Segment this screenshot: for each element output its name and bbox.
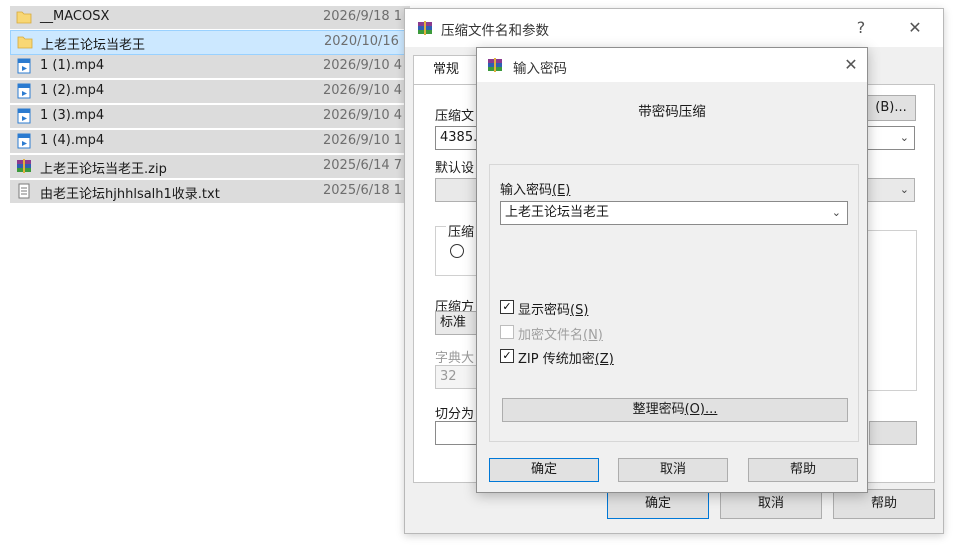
file-name: 上老王论坛当老王 (41, 38, 146, 53)
file-date: 2025/6/14 7 (323, 158, 403, 173)
file-row[interactable]: 1 (1).mp4 2026/9/10 4 (10, 55, 410, 78)
file-date: 2026/9/10 4 (323, 83, 403, 98)
archive-name-label: 压缩文 (435, 109, 475, 124)
show-password-label[interactable]: 显示密码(S) (518, 299, 588, 318)
file-row[interactable]: 1 (3).mp4 2026/9/10 4 (10, 105, 410, 128)
file-name: __MACOSX (40, 9, 110, 24)
ok-button[interactable]: 确定 (607, 489, 709, 519)
file-name: 由老王论坛hjhhlsalh1收录.txt (40, 187, 220, 202)
dictionary-size-label: 字典大 (435, 351, 475, 366)
organize-passwords-shortcut: (O)... (684, 402, 718, 417)
encrypt-filenames-checkbox[interactable] (500, 325, 514, 339)
tab-general[interactable]: 常规 (413, 55, 479, 86)
show-password-text: 显示密码 (518, 303, 571, 318)
method-value: 标准 (440, 315, 467, 330)
show-password-shortcut: (S) (570, 303, 589, 318)
file-date: 2026/9/18 1 (323, 9, 403, 24)
password-input[interactable]: 上老王论坛当老王 ⌄ (500, 201, 848, 225)
file-date: 2026/9/10 1 (323, 133, 403, 148)
enter-password-label: 输入密码(E) (500, 179, 570, 198)
winrar-app-icon (418, 21, 432, 35)
organize-passwords-button[interactable]: 整理密码(O)... (502, 398, 848, 422)
password-dialog-title: 输入密码 (513, 61, 567, 77)
zip-legacy-shortcut: (Z) (594, 352, 614, 367)
winrar-app-icon (488, 58, 502, 72)
archive-dialog-titlebar[interactable]: 压缩文件名和参数 ? ✕ (405, 9, 943, 47)
archive-dialog-title: 压缩文件名和参数 (441, 23, 549, 39)
file-name: 1 (3).mp4 (40, 108, 105, 123)
show-password-checkbox[interactable]: ✓ (500, 300, 514, 314)
format-radio[interactable] (450, 244, 464, 258)
chevron-down-icon: ⌄ (899, 183, 909, 196)
browse-button[interactable]: (B)... (866, 95, 916, 121)
password-value: 上老王论坛当老王 (505, 205, 610, 220)
password-dialog: 输入密码 ✕ 带密码压缩 输入密码(E) 上老王论坛当老王 ⌄ ✓ 显示密码(S… (476, 47, 868, 493)
file-date: 2026/9/10 4 (323, 108, 403, 123)
cancel-button[interactable]: 取消 (720, 489, 822, 519)
file-row[interactable]: 上老王论坛当老王.zip 2025/6/14 7 (10, 155, 410, 178)
close-icon[interactable]: ✕ (839, 53, 863, 77)
file-row[interactable]: 1 (2).mp4 2026/9/10 4 (10, 80, 410, 103)
dictionary-size-value: 32 (440, 369, 457, 384)
zip-legacy-text: ZIP 传统加密 (518, 352, 595, 367)
video-file-icon (17, 108, 31, 124)
password-ok-button[interactable]: 确定 (489, 458, 599, 482)
check-icon: ✓ (502, 349, 512, 362)
file-name: 1 (1).mp4 (40, 58, 105, 73)
dialog-headline: 带密码压缩 (638, 104, 706, 120)
file-date: 2020/10/16 (324, 34, 399, 49)
file-row[interactable]: 由老王论坛hjhhlsalh1收录.txt 2025/6/18 1 (10, 180, 410, 203)
file-name: 上老王论坛当老王.zip (40, 162, 167, 177)
password-dialog-titlebar[interactable]: 输入密码 ✕ (477, 48, 867, 82)
folder-icon (16, 11, 32, 24)
file-list: __MACOSX 2026/9/18 1 上老王论坛当老王 2020/10/16… (0, 0, 412, 206)
file-date: 2026/9/10 4 (323, 58, 403, 73)
winrar-archive-icon (17, 159, 31, 173)
format-group-label: 压缩 (446, 221, 477, 240)
close-icon[interactable]: ✕ (903, 16, 927, 40)
video-file-icon (17, 58, 31, 74)
zip-legacy-encryption-label[interactable]: ZIP 传统加密(Z) (518, 348, 614, 367)
encrypt-filenames-text: 加密文件名 (518, 328, 584, 343)
default-profile-label: 默认设 (435, 161, 475, 176)
enter-password-shortcut: (E) (552, 183, 571, 198)
password-cancel-button[interactable]: 取消 (618, 458, 728, 482)
file-row[interactable]: 1 (4).mp4 2026/9/10 1 (10, 130, 410, 153)
zip-legacy-encryption-checkbox[interactable]: ✓ (500, 349, 514, 363)
video-file-icon (17, 83, 31, 99)
file-row-selected[interactable]: 上老王论坛当老王 2020/10/16 (10, 30, 412, 55)
split-label: 切分为 (435, 407, 475, 422)
file-date: 2025/6/18 1 (323, 183, 403, 198)
help-icon[interactable]: ? (849, 16, 873, 40)
password-help-button[interactable]: 帮助 (748, 458, 858, 482)
folder-icon (17, 36, 33, 49)
options-button[interactable] (869, 421, 917, 445)
password-group: 输入密码(E) 上老王论坛当老王 ⌄ ✓ 显示密码(S) 加密文件名(N) ✓ … (489, 164, 859, 442)
help-button[interactable]: 帮助 (833, 489, 935, 519)
file-name: 1 (4).mp4 (40, 133, 105, 148)
text-file-icon (18, 183, 30, 199)
file-name: 1 (2).mp4 (40, 83, 105, 98)
organize-passwords-text: 整理密码 (632, 402, 685, 417)
check-icon: ✓ (502, 300, 512, 313)
chevron-down-icon: ⌄ (899, 131, 909, 144)
encrypt-filenames-shortcut: (N) (583, 328, 603, 343)
chevron-down-icon[interactable]: ⌄ (832, 202, 841, 224)
encrypt-filenames-label[interactable]: 加密文件名(N) (518, 324, 603, 343)
video-file-icon (17, 133, 31, 149)
file-row[interactable]: __MACOSX 2026/9/18 1 (10, 6, 410, 29)
enter-password-text: 输入密码 (500, 183, 553, 198)
